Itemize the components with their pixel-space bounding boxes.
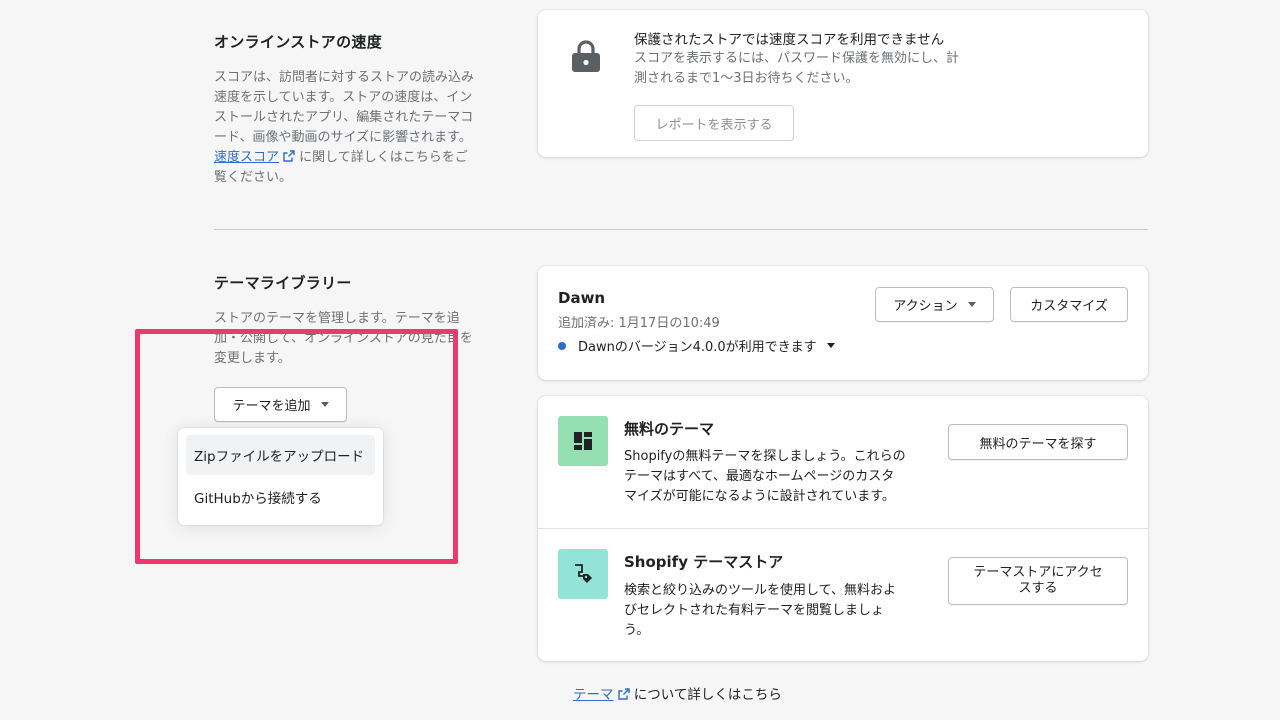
free-themes-body-line: マイズが可能になるように設計されています。 <box>624 489 895 504</box>
lock-icon <box>572 40 600 72</box>
visit-theme-store-button[interactable]: テーマストアにアクセ スする <box>948 557 1128 605</box>
theme-added-date: 追加済み: 1月17日の10:49 <box>558 316 720 331</box>
store-tag-icon <box>558 549 608 599</box>
section-divider <box>214 229 1148 230</box>
caret-down-icon <box>967 302 976 307</box>
speed-desc-line: ストールされたアプリ、編集されたテーマコ <box>214 110 474 125</box>
actions-label: アクション <box>893 299 958 314</box>
add-theme-button[interactable]: テーマを追加 <box>214 387 347 422</box>
layout-icon <box>558 416 608 466</box>
add-theme-dropdown: Zipファイルをアップロード GitHubから接続する <box>178 428 383 525</box>
speed-desc-line: 速度を示しています。ストアの速度は、イン <box>214 90 473 105</box>
speed-desc-line: ード、画像や動画のサイズに影響されます。 <box>214 130 472 145</box>
speed-desc-line: 覧ください。 <box>214 170 293 185</box>
view-report-button: レポートを表示する <box>634 105 794 141</box>
card-divider <box>538 528 1148 529</box>
caret-down-icon <box>826 343 835 348</box>
theme-name: Dawn <box>558 289 606 307</box>
speed-link-suffix: に関して詳しくはこちらをご <box>295 150 468 165</box>
speed-card-body: スコアを表示するには、パスワード保護を無効にし、計 測されるまで1〜3日お待ちく… <box>634 49 1014 89</box>
speed-card-body-line: 測されるまで1〜3日お待ちください。 <box>634 71 859 86</box>
speed-section-title: オンラインストアの速度 <box>214 33 383 51</box>
visit-theme-store-label: テーマストアにアクセ <box>973 565 1103 580</box>
customize-button[interactable]: カスタマイズ <box>1010 287 1128 322</box>
themes-learn-more-suffix: について詳しくはこちら <box>629 687 782 703</box>
library-desc-line: 加・公開して、オンラインストアの見た目を <box>214 331 473 346</box>
free-themes-body-line: Shopifyの無料テーマを探しましょう。これらの <box>624 449 906 464</box>
theme-store-title: Shopify テーマストア <box>624 553 784 571</box>
explore-themes-card: 無料のテーマ Shopifyの無料テーマを探しましょう。これらの テーマはすべて… <box>538 396 1148 661</box>
current-theme-card: Dawn 追加済み: 1月17日の10:49 Dawnのバージョン4.0.0が利… <box>538 266 1148 380</box>
status-dot <box>558 341 566 350</box>
external-link-icon <box>617 688 630 700</box>
connect-github-menu-item[interactable]: GitHubから接続する <box>186 477 375 517</box>
speed-desc-line: スコアは、訪問者に対するストアの読み込み <box>214 70 475 85</box>
free-themes-body-line: テーマはすべて、最適なホームページのカスタ <box>624 469 895 484</box>
speed-section-description: スコアは、訪問者に対するストアの読み込み 速度を示しています。ストアの速度は、イ… <box>214 68 504 188</box>
version-update-text: Dawnのバージョン4.0.0が利用できます <box>578 340 817 355</box>
upload-zip-menu-item[interactable]: Zipファイルをアップロード <box>186 435 375 475</box>
actions-button[interactable]: アクション <box>875 287 994 322</box>
free-themes-title: 無料のテーマ <box>624 420 715 438</box>
free-themes-body: Shopifyの無料テーマを探しましょう。これらの テーマはすべて、最適なホーム… <box>624 447 944 507</box>
speed-score-link[interactable]: 速度スコア <box>214 150 279 165</box>
library-desc-line: ストアのテーマを管理します。テーマを追 <box>214 311 460 326</box>
speed-score-card: 保護されたストアでは速度スコアを利用できません スコアを表示するには、パスワード… <box>538 10 1148 157</box>
themes-learn-more: テーマ について詳しくはこちら <box>573 683 782 703</box>
caret-down-icon <box>320 402 329 407</box>
theme-library-title: テーマライブラリー <box>214 274 352 292</box>
speed-card-body-line: スコアを表示するには、パスワード保護を無効にし、計 <box>634 51 960 66</box>
themes-link[interactable]: テーマ <box>573 687 614 703</box>
theme-store-body-line: 検索と絞り込みのツールを使用して、無料およ <box>624 583 896 598</box>
theme-library-description: ストアのテーマを管理します。テーマを追 加・公開して、オンラインストアの見た目を… <box>214 309 504 369</box>
theme-store-body: 検索と絞り込みのツールを使用して、無料およ びセレクトされた有料テーマを閲覧しま… <box>624 581 944 641</box>
explore-free-themes-button[interactable]: 無料のテーマを探す <box>948 424 1128 460</box>
theme-store-body-line: う。 <box>624 623 650 638</box>
visit-theme-store-label: スする <box>1018 581 1058 596</box>
add-theme-label: テーマを追加 <box>232 399 311 414</box>
speed-card-title: 保護されたストアでは速度スコアを利用できません <box>634 32 945 48</box>
theme-store-body-line: びセレクトされた有料テーマを閲覧しましょ <box>624 603 885 618</box>
external-link-icon <box>283 150 295 162</box>
library-desc-line: 変更します。 <box>214 351 291 366</box>
version-update-notice[interactable]: Dawnのバージョン4.0.0が利用できます <box>558 336 835 355</box>
